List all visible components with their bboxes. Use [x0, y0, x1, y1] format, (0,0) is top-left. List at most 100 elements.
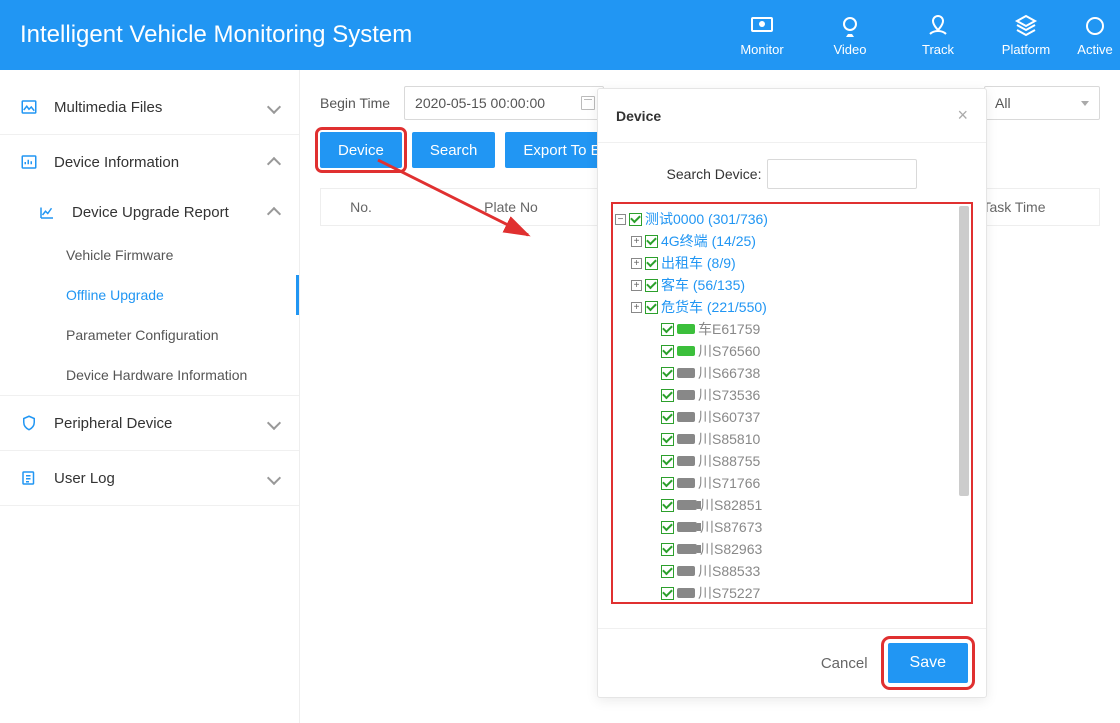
- modal-header: Device ×: [598, 89, 986, 143]
- sidebar-item-parameter-config[interactable]: Parameter Configuration: [0, 315, 299, 355]
- sidebar-item-offline-upgrade[interactable]: Offline Upgrade: [0, 275, 299, 315]
- vehicle-label: 川S88533: [698, 561, 760, 581]
- checkbox[interactable]: [661, 499, 674, 512]
- tree-group[interactable]: +危货车 (221/550): [615, 296, 969, 318]
- nav-video[interactable]: Video: [806, 0, 894, 70]
- tree-vehicle[interactable]: 川S82851: [615, 494, 969, 516]
- chevron-down-icon: [267, 100, 281, 114]
- image-icon: [20, 98, 38, 116]
- close-icon[interactable]: ×: [957, 105, 968, 126]
- tree-vehicle[interactable]: 车E61759: [615, 318, 969, 340]
- vehicle-label: 川S82963: [700, 539, 762, 559]
- save-button[interactable]: Save: [888, 643, 968, 683]
- vehicle-label: 川S85810: [698, 429, 760, 449]
- sidebar-item-user-log[interactable]: User Log: [0, 451, 299, 505]
- checkbox[interactable]: [661, 455, 674, 468]
- nav-active[interactable]: Active: [1070, 0, 1120, 70]
- checkbox[interactable]: [661, 323, 674, 336]
- checkbox[interactable]: [661, 389, 674, 402]
- truck-icon: [677, 500, 697, 510]
- car-icon: [677, 390, 695, 400]
- top-nav: Monitor Video Track Platform Active: [718, 0, 1120, 70]
- checkbox[interactable]: [629, 213, 642, 226]
- type-filter-select[interactable]: All: [984, 86, 1100, 120]
- tree-vehicle[interactable]: 川S73536: [615, 384, 969, 406]
- tree-vehicle[interactable]: 川S75227: [615, 582, 969, 603]
- nav-monitor-label: Monitor: [740, 42, 783, 57]
- checkbox[interactable]: [661, 345, 674, 358]
- calendar-icon: [581, 96, 595, 110]
- vehicle-label: 川S73536: [698, 385, 760, 405]
- tree-group[interactable]: − 测试0000 (301/736): [615, 208, 969, 230]
- tree-vehicle[interactable]: 川S85810: [615, 428, 969, 450]
- checkbox[interactable]: [661, 411, 674, 424]
- sidebar-item-label: Multimedia Files: [54, 99, 269, 116]
- checkbox[interactable]: [661, 367, 674, 380]
- begin-time-input[interactable]: 2020-05-15 00:00:00: [404, 86, 604, 120]
- nav-monitor[interactable]: Monitor: [718, 0, 806, 70]
- vehicle-label: 川S71766: [698, 473, 760, 493]
- tree-group[interactable]: +出租车 (8/9): [615, 252, 969, 274]
- expand-toggle[interactable]: +: [631, 236, 642, 247]
- tree-vehicle[interactable]: 川S60737: [615, 406, 969, 428]
- checkbox[interactable]: [645, 235, 658, 248]
- checkbox[interactable]: [645, 279, 658, 292]
- expand-toggle[interactable]: +: [631, 280, 642, 291]
- tree-vehicle[interactable]: 川S88755: [615, 450, 969, 472]
- nav-platform-label: Platform: [1002, 42, 1050, 57]
- checkbox[interactable]: [661, 521, 674, 534]
- sidebar-item-peripheral[interactable]: Peripheral Device: [0, 396, 299, 450]
- nav-video-label: Video: [833, 42, 866, 57]
- checkbox[interactable]: [661, 565, 674, 578]
- monitor-icon: [750, 14, 774, 38]
- expand-toggle[interactable]: +: [631, 302, 642, 313]
- checkbox[interactable]: [661, 477, 674, 490]
- car-icon: [677, 346, 695, 356]
- tree-vehicle[interactable]: 川S71766: [615, 472, 969, 494]
- expand-toggle[interactable]: −: [615, 214, 626, 225]
- group-label: 测试0000 (301/736): [645, 209, 768, 229]
- checkbox[interactable]: [661, 543, 674, 556]
- checkbox[interactable]: [661, 587, 674, 600]
- tree-vehicle[interactable]: 川S66738: [615, 362, 969, 384]
- sidebar-item-device-info[interactable]: Device Information: [0, 135, 299, 189]
- car-icon: [677, 566, 695, 576]
- tree-vehicle[interactable]: 川S76560: [615, 340, 969, 362]
- sidebar-item-label: Device Upgrade Report: [72, 204, 269, 221]
- chevron-up-icon: [267, 207, 281, 221]
- tree-vehicle[interactable]: 川S88533: [615, 560, 969, 582]
- vehicle-label: 车E61759: [698, 319, 760, 339]
- sidebar-item-hardware-info[interactable]: Device Hardware Information: [0, 355, 299, 395]
- checkbox[interactable]: [661, 433, 674, 446]
- group-label: 4G终端 (14/25): [661, 231, 756, 251]
- checkbox[interactable]: [645, 257, 658, 270]
- checkbox[interactable]: [645, 301, 658, 314]
- log-icon: [20, 469, 38, 487]
- nav-track[interactable]: Track: [894, 0, 982, 70]
- expand-toggle[interactable]: +: [631, 258, 642, 269]
- cancel-button[interactable]: Cancel: [821, 655, 868, 672]
- car-icon: [677, 588, 695, 598]
- type-filter-value: All: [995, 95, 1011, 111]
- platform-icon: [1014, 14, 1038, 38]
- sidebar-item-label: Peripheral Device: [54, 415, 269, 432]
- vehicle-label: 川S66738: [698, 363, 760, 383]
- vehicle-label: 川S76560: [698, 341, 760, 361]
- sidebar-item-multimedia[interactable]: Multimedia Files: [0, 80, 299, 134]
- tree-vehicle[interactable]: 川S87673: [615, 516, 969, 538]
- tree-group[interactable]: +4G终端 (14/25): [615, 230, 969, 252]
- tree-vehicle[interactable]: 川S82963: [615, 538, 969, 560]
- sidebar-item-vehicle-firmware[interactable]: Vehicle Firmware: [0, 235, 299, 275]
- sidebar-item-upgrade-report[interactable]: Device Upgrade Report: [0, 189, 299, 235]
- nav-platform[interactable]: Platform: [982, 0, 1070, 70]
- nav-track-label: Track: [922, 42, 954, 57]
- shield-icon: [20, 414, 38, 432]
- scrollbar[interactable]: [959, 206, 969, 496]
- tree-group[interactable]: +客车 (56/135): [615, 274, 969, 296]
- active-icon: [1083, 14, 1107, 38]
- car-icon: [677, 368, 695, 378]
- begin-time-label: Begin Time: [320, 95, 390, 111]
- chevron-down-icon: [267, 416, 281, 430]
- search-device-input[interactable]: [767, 159, 917, 189]
- begin-time-value: 2020-05-15 00:00:00: [415, 95, 545, 111]
